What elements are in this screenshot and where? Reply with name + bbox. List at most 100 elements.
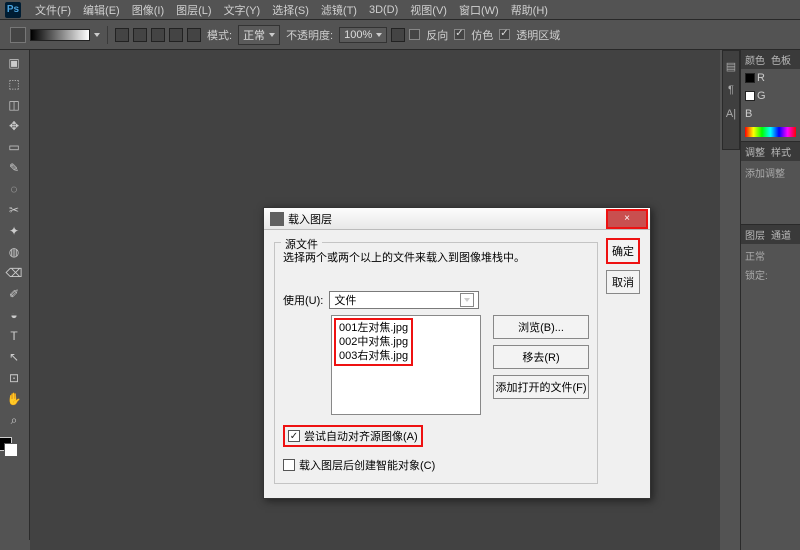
file-list[interactable]: 001左对焦.jpg 002中对焦.jpg 003右对焦.jpg <box>331 315 481 415</box>
auto-align-checkbox[interactable]: ✓ <box>288 430 300 442</box>
tool-type[interactable]: T <box>2 326 26 346</box>
browse-button[interactable]: 浏览(B)... <box>493 315 589 339</box>
file-item-1[interactable]: 001左对焦.jpg <box>339 321 408 335</box>
menu-help[interactable]: 帮助(H) <box>505 0 554 20</box>
use-select[interactable]: 文件 <box>329 291 479 309</box>
chevron-down-icon <box>269 33 275 37</box>
file-list-highlight: 001左对焦.jpg 002中对焦.jpg 003右对焦.jpg <box>334 318 413 366</box>
tool-move[interactable]: ▣ <box>2 53 26 73</box>
grad-diamond-icon[interactable] <box>187 28 201 42</box>
menu-filter[interactable]: 滤镜(T) <box>315 0 363 20</box>
source-files-group: 源文件 选择两个或两个以上的文件来载入到图像堆栈中。 使用(U): 文件 001… <box>274 242 598 484</box>
dither-checkbox[interactable] <box>454 29 465 40</box>
gradient-preview[interactable] <box>30 29 90 41</box>
menubar: Ps 文件(F) 编辑(E) 图像(I) 图层(L) 文字(Y) 选择(S) 滤… <box>0 0 800 20</box>
tool-history[interactable]: ◍ <box>2 242 26 262</box>
airbrush-icon[interactable] <box>391 28 405 42</box>
file-item-3[interactable]: 003右对焦.jpg <box>339 349 408 363</box>
blend-normal[interactable]: 正常 <box>745 246 796 265</box>
load-layers-dialog: 载入图层 × 源文件 选择两个或两个以上的文件来载入到图像堆栈中。 使用(U):… <box>263 207 651 499</box>
mode-select[interactable]: 正常 <box>238 25 280 45</box>
dialog-title: 载入图层 <box>288 211 606 227</box>
dialog-titlebar[interactable]: 载入图层 × <box>264 208 650 230</box>
g-label: G <box>757 90 766 102</box>
tool-marquee[interactable]: ⬚ <box>2 74 26 94</box>
grad-reflected-icon[interactable] <box>169 28 183 42</box>
file-item-2[interactable]: 002中对焦.jpg <box>339 335 408 349</box>
separator <box>107 26 108 44</box>
smart-object-label: 载入图层后创建智能对象(C) <box>299 457 435 473</box>
tool-hand[interactable]: ✋ <box>2 389 26 409</box>
close-button[interactable]: × <box>608 211 646 227</box>
background-swatch[interactable] <box>4 443 18 457</box>
opacity-select[interactable]: 100% <box>339 27 387 43</box>
mode-label: 模式: <box>207 27 232 43</box>
tab-layers[interactable]: 图层 <box>745 227 765 242</box>
transparency-label: 透明区域 <box>516 27 560 43</box>
paragraph-icon[interactable]: A| <box>724 107 738 121</box>
tool-crop[interactable]: ▭ <box>2 137 26 157</box>
tool-heal[interactable]: ◌ <box>2 179 26 199</box>
menu-type[interactable]: 文字(Y) <box>218 0 267 20</box>
color-g-swatch[interactable] <box>745 91 755 101</box>
tool-brush[interactable]: ✂ <box>2 200 26 220</box>
smart-object-checkbox[interactable] <box>283 459 295 471</box>
tab-adjustments[interactable]: 调整 <box>745 144 765 159</box>
tool-lasso[interactable]: ◫ <box>2 95 26 115</box>
color-panel-header: 颜色 色板 <box>741 50 800 69</box>
options-bar: 模式: 正常 不透明度: 100% 反向 仿色 透明区域 <box>0 20 800 50</box>
chevron-down-icon <box>460 293 474 307</box>
transparency-checkbox[interactable] <box>499 29 510 40</box>
gradient-picker-icon[interactable] <box>94 33 100 37</box>
menu-edit[interactable]: 编辑(E) <box>77 0 126 20</box>
grad-radial-icon[interactable] <box>133 28 147 42</box>
dither-label: 仿色 <box>471 27 493 43</box>
tool-eyedrop[interactable]: ✎ <box>2 158 26 178</box>
character-icon[interactable]: ¶ <box>724 83 738 97</box>
collapsed-panel-well: ▤ ¶ A| <box>722 50 740 150</box>
cancel-button[interactable]: 取消 <box>606 270 640 294</box>
menu-image[interactable]: 图像(I) <box>126 0 170 20</box>
tool-eraser[interactable]: ⌫ <box>2 263 26 283</box>
use-label: 使用(U): <box>283 292 323 308</box>
color-r-swatch[interactable] <box>745 73 755 83</box>
menu-3d[interactable]: 3D(D) <box>363 2 404 18</box>
add-adjustment-label: 添加调整 <box>745 163 796 182</box>
tool-wand[interactable]: ✥ <box>2 116 26 136</box>
tool-shape[interactable]: ⊡ <box>2 368 26 388</box>
menu-layer[interactable]: 图层(L) <box>170 0 217 20</box>
tool-zoom[interactable]: ⌕ <box>2 410 26 430</box>
tab-channels[interactable]: 通道 <box>771 227 791 242</box>
tab-color[interactable]: 颜色 <box>745 52 765 67</box>
remove-button[interactable]: 移去(R) <box>493 345 589 369</box>
menu-select[interactable]: 选择(S) <box>266 0 315 20</box>
color-spectrum[interactable] <box>745 127 796 137</box>
history-icon[interactable]: ▤ <box>724 59 738 73</box>
reverse-checkbox[interactable] <box>409 29 420 40</box>
active-tool-icon[interactable] <box>10 27 26 43</box>
tool-pen[interactable]: ↖ <box>2 347 26 367</box>
use-value: 文件 <box>334 292 356 308</box>
right-panels: 颜色 色板 R G B 调整 样式 添加调整 图层 通道 正常 锁定: <box>740 50 800 550</box>
tab-swatches[interactable]: 色板 <box>771 52 791 67</box>
ps-logo: Ps <box>5 2 21 18</box>
tools-panel: ▣ ⬚ ◫ ✥ ▭ ✎ ◌ ✂ ✦ ◍ ⌫ ✐ ◒ T ↖ ⊡ ✋ ⌕ <box>0 50 30 540</box>
opacity-label: 不透明度: <box>286 27 333 43</box>
source-files-legend: 源文件 <box>281 236 322 252</box>
lock-label: 锁定: <box>745 265 796 284</box>
source-description: 选择两个或两个以上的文件来载入到图像堆栈中。 <box>283 249 589 265</box>
ok-button[interactable]: 确定 <box>606 238 640 264</box>
grad-linear-icon[interactable] <box>115 28 129 42</box>
tool-dodge[interactable]: ◒ <box>2 305 26 325</box>
tab-styles[interactable]: 样式 <box>771 144 791 159</box>
add-open-button[interactable]: 添加打开的文件(F) <box>493 375 589 399</box>
menu-view[interactable]: 视图(V) <box>404 0 453 20</box>
menu-file[interactable]: 文件(F) <box>29 0 77 20</box>
r-label: R <box>757 72 765 84</box>
tool-stamp[interactable]: ✦ <box>2 221 26 241</box>
reverse-label: 反向 <box>426 27 448 43</box>
grad-angle-icon[interactable] <box>151 28 165 42</box>
menu-window[interactable]: 窗口(W) <box>453 0 505 20</box>
tool-gradient[interactable]: ✐ <box>2 284 26 304</box>
auto-align-label: 尝试自动对齐源图像(A) <box>304 428 418 444</box>
